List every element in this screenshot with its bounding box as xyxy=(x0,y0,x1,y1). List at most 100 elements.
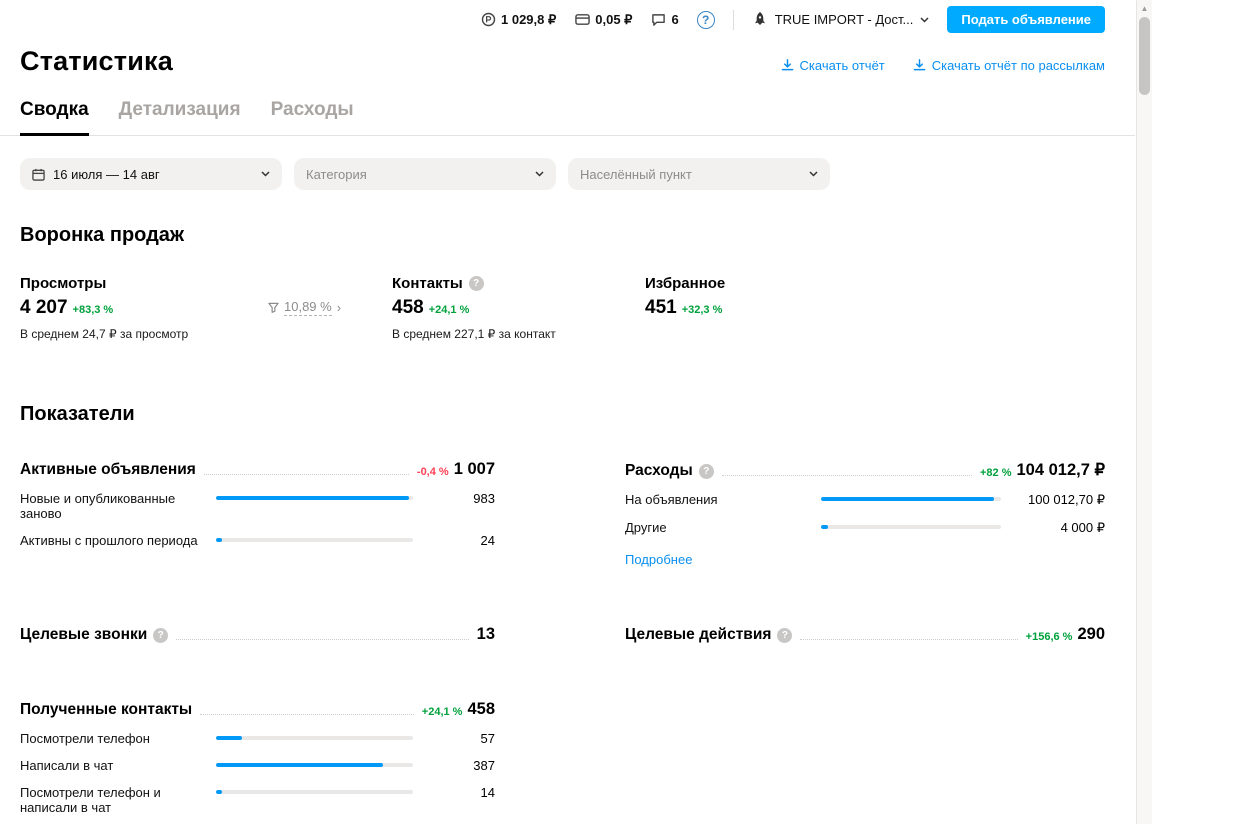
metric-card-expenses: Расходы ? +82 % 104 012,7 ₽ На объявлени… xyxy=(625,460,1105,569)
funnel-row: Просмотры 4 207 +83,3 % В среднем 24,7 ₽… xyxy=(0,275,1135,341)
metric-row: Посмотрели телефон и написали в чат 14 xyxy=(20,785,495,815)
metric-row: Написали в чат 387 xyxy=(20,758,495,773)
contacts-note: В среднем 227,1 ₽ за контакт xyxy=(392,327,556,341)
progress-bar xyxy=(216,496,413,500)
metric-row: Другие 4 000 ₽ xyxy=(625,520,1105,536)
filters-row: 16 июля — 14 авг Категория Населённый пу… xyxy=(0,158,1135,190)
active-ads-title: Активные объявления xyxy=(20,461,196,478)
progress-bar xyxy=(216,538,413,542)
progress-bar xyxy=(821,525,1001,529)
row-label: Новые и опубликованные заново xyxy=(20,491,176,521)
question-icon[interactable]: ? xyxy=(468,276,484,291)
funnel-contacts: Контакты ? 458 +24,1 % В среднем 227,1 ₽… xyxy=(392,275,645,341)
chevron-down-icon xyxy=(920,16,929,23)
expenses-details-link[interactable]: Подробнее xyxy=(625,552,692,567)
active-ads-delta: -0,4 % xyxy=(416,466,449,478)
metric-card-target-actions: Целевые действия ? +156,6 % 290 xyxy=(625,625,1105,644)
received-contacts-value: 458 xyxy=(467,700,495,718)
progress-bar xyxy=(216,790,413,794)
dotted-leader xyxy=(800,639,1018,640)
page-header: Статистика Скачать отчёт Скачать отчёт п… xyxy=(0,36,1135,77)
bonus-balance-value: 0,05 ₽ xyxy=(595,11,633,27)
vertical-scrollbar[interactable]: ▲ xyxy=(1136,0,1152,824)
expenses-title-text: Расходы xyxy=(625,462,693,479)
category-filter[interactable]: Категория xyxy=(294,158,556,190)
active-ads-value: 1 007 xyxy=(453,460,495,478)
date-range-value: 16 июля — 14 авг xyxy=(53,166,160,182)
favorites-value: 451 xyxy=(645,297,677,318)
wallet-balance[interactable]: 1 029,8 ₽ xyxy=(480,12,556,28)
row-label: На объявления xyxy=(625,492,718,507)
target-actions-title-text: Целевые действия xyxy=(625,626,772,643)
target-actions-delta: +156,6 % xyxy=(1025,631,1073,643)
download-icon xyxy=(781,59,793,71)
contacts-delta: +24,1 % xyxy=(428,304,470,316)
location-placeholder: Населённый пункт xyxy=(580,166,692,182)
location-filter[interactable]: Населённый пункт xyxy=(568,158,830,190)
favorites-label: Избранное xyxy=(645,275,726,292)
metric-card-target-calls: Целевые звонки ? 13 xyxy=(20,625,495,644)
row-value: 57 xyxy=(480,731,495,746)
metric-row: Активны с прошлого периода 24 xyxy=(20,533,495,548)
help-icon[interactable]: ? xyxy=(696,10,715,29)
download-report-label: Скачать отчёт xyxy=(799,58,885,73)
target-calls-value: 13 xyxy=(476,625,495,643)
views-value: 4 207 xyxy=(20,297,68,318)
metric-card-active-ads: Активные объявления -0,4 % 1 007 Новые и… xyxy=(20,460,495,569)
row-value: 983 xyxy=(473,491,495,506)
question-icon[interactable]: ? xyxy=(153,627,169,643)
calendar-icon xyxy=(32,168,45,181)
category-placeholder: Категория xyxy=(306,166,367,182)
row-value: 24 xyxy=(480,533,495,548)
account-switcher[interactable]: TRUE IMPORT - Дост... xyxy=(752,11,930,28)
row-label: Другие xyxy=(625,520,667,535)
metric-row: Посмотрели телефон 57 xyxy=(20,731,495,746)
scroll-up-button[interactable]: ▲ xyxy=(1137,0,1152,16)
row-value: 4 000 ₽ xyxy=(1060,520,1105,535)
download-mailing-report-link[interactable]: Скачать отчёт по рассылкам xyxy=(913,58,1105,73)
download-report-link[interactable]: Скачать отчёт xyxy=(781,58,885,73)
metric-row: Новые и опубликованные заново 983 xyxy=(20,491,495,521)
funnel-icon xyxy=(268,302,279,313)
messages-count: 6 xyxy=(671,12,679,27)
row-value: 387 xyxy=(473,758,495,773)
target-calls-title: Целевые звонки ? xyxy=(20,626,169,644)
messages-indicator[interactable]: 6 xyxy=(650,12,679,28)
question-icon[interactable]: ? xyxy=(698,463,714,479)
bonus-balance[interactable]: 0,05 ₽ xyxy=(574,12,632,28)
download-icon xyxy=(913,59,926,71)
dotted-leader xyxy=(203,474,409,475)
row-label: Посмотрели телефон xyxy=(20,731,150,746)
topbar-divider xyxy=(732,9,734,30)
target-actions-title: Целевые действия ? xyxy=(625,626,793,644)
tab-details[interactable]: Детализация xyxy=(119,99,241,136)
card-icon xyxy=(574,12,590,28)
contacts-label-text: Контакты xyxy=(392,275,463,292)
metric-card-received-contacts: Полученные контакты +24,1 % 458 Посмотре… xyxy=(20,700,495,815)
chevron-down-icon xyxy=(261,171,270,177)
tab-expenses[interactable]: Расходы xyxy=(271,99,354,136)
received-contacts-delta: +24,1 % xyxy=(421,706,463,718)
dotted-leader xyxy=(176,639,469,640)
date-range-filter[interactable]: 16 июля — 14 авг xyxy=(20,158,282,190)
row-value: 14 xyxy=(480,785,495,800)
progress-bar xyxy=(216,763,413,767)
metric-row: На объявления 100 012,70 ₽ xyxy=(625,492,1105,508)
conversion-link[interactable]: 10,89 % › xyxy=(268,299,392,316)
empty-cell xyxy=(625,700,1105,815)
scrollbar-thumb[interactable] xyxy=(1139,17,1150,95)
tabs-bar: Сводка Детализация Расходы xyxy=(0,99,1135,136)
question-icon[interactable]: ? xyxy=(777,627,793,643)
page-title: Статистика xyxy=(20,46,173,76)
expenses-value: 104 012,7 ₽ xyxy=(1016,461,1106,479)
chat-bubble-icon xyxy=(650,12,666,28)
download-mailing-report-label: Скачать отчёт по рассылкам xyxy=(931,58,1105,73)
row-label: Написали в чат xyxy=(20,758,114,773)
chevron-down-icon xyxy=(535,171,544,177)
tab-summary[interactable]: Сводка xyxy=(20,99,89,136)
received-contacts-title: Полученные контакты xyxy=(20,701,193,718)
funnel-views: Просмотры 4 207 +83,3 % В среднем 24,7 ₽… xyxy=(20,275,268,341)
row-value: 100 012,70 ₽ xyxy=(1028,492,1105,507)
contacts-value: 458 xyxy=(392,297,424,318)
post-ad-button[interactable]: Подать объявление xyxy=(947,6,1105,33)
